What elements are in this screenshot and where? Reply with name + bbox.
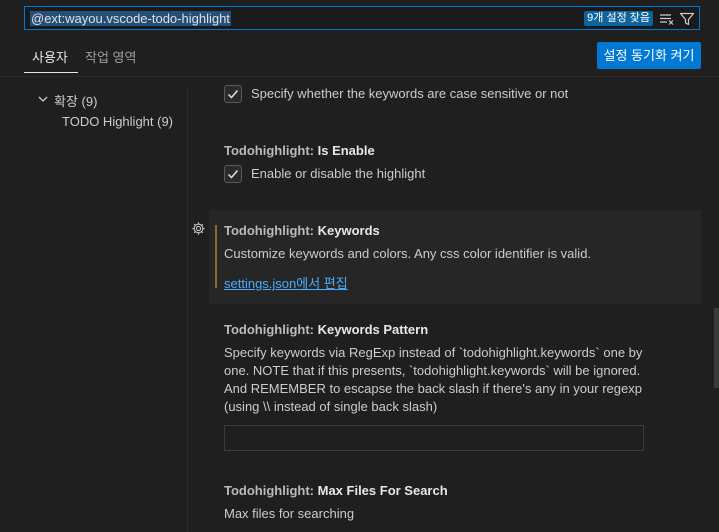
keywords-pattern-description-line: one. NOTE that if this presents, `todohi… [224, 363, 641, 378]
toc-item-extensions[interactable]: 확장 (9) [54, 91, 97, 110]
gear-icon[interactable] [191, 221, 206, 236]
toc-divider [187, 88, 188, 532]
is-enable-checkbox[interactable] [224, 165, 242, 183]
case-sensitive-checkbox[interactable] [224, 85, 242, 103]
max-files-description: Max files for searching [224, 506, 355, 521]
settings-search-box[interactable]: @ext:wayou.vscode-todo-highlight 9개 설정 찾… [24, 6, 700, 30]
tab-workspace[interactable]: 작업 영역 [85, 49, 136, 66]
setting-category: Todohighlight: [224, 322, 318, 337]
modified-indicator [215, 225, 217, 288]
edit-in-settings-json-link[interactable]: settings.json에서 편집 [224, 273, 348, 292]
is-enable-description: Enable or disable the highlight [251, 166, 426, 181]
checkmark-icon [227, 170, 239, 179]
turn-on-settings-sync-button[interactable]: 설정 동기화 켜기 [597, 42, 701, 69]
setting-title-max-files: Todohighlight: Max Files For Search [224, 482, 448, 499]
filter-icon[interactable] [679, 11, 695, 27]
setting-name: Max Files For Search [317, 483, 448, 498]
checkmark-icon [227, 90, 239, 99]
chevron-down-icon[interactable] [37, 92, 49, 104]
scrollbar-thumb[interactable] [714, 308, 719, 388]
setting-category: Todohighlight: [224, 483, 318, 498]
setting-category: Todohighlight: [224, 143, 318, 158]
keywords-pattern-description-line: Specify keywords via RegExp instead of `… [224, 345, 643, 360]
keywords-pattern-description-line: And REMEMBER to escapse the back slash i… [224, 381, 642, 396]
settings-editor: @ext:wayou.vscode-todo-highlight 9개 설정 찾… [0, 0, 719, 532]
tab-user[interactable]: 사용자 [32, 49, 68, 66]
active-tab-indicator [24, 72, 78, 73]
setting-title-is-enable: Todohighlight: Is Enable [224, 142, 375, 159]
case-sensitive-description: Specify whether the keywords are case se… [251, 86, 569, 101]
setting-name: Is Enable [317, 143, 375, 158]
setting-name: Keywords [317, 223, 380, 238]
setting-title-keywords-pattern: Todohighlight: Keywords Pattern [224, 321, 428, 338]
keywords-description: Customize keywords and colors. Any css c… [224, 246, 592, 261]
setting-name: Keywords Pattern [317, 322, 429, 337]
scrollbar-track[interactable] [714, 82, 719, 532]
clear-filter-icon[interactable] [659, 11, 675, 27]
toc-item-todo-highlight[interactable]: TODO Highlight (9) [62, 114, 173, 129]
keywords-pattern-input[interactable] [224, 425, 644, 451]
result-count-badge: 9개 설정 찾음 [584, 11, 653, 26]
search-input-value[interactable]: @ext:wayou.vscode-todo-highlight [30, 11, 231, 26]
keywords-pattern-description-line: (using \\ instead of single back slash) [224, 399, 438, 414]
setting-title-keywords: Todohighlight: Keywords [224, 222, 380, 239]
setting-category: Todohighlight: [224, 223, 318, 238]
tabs-divider [0, 76, 719, 77]
